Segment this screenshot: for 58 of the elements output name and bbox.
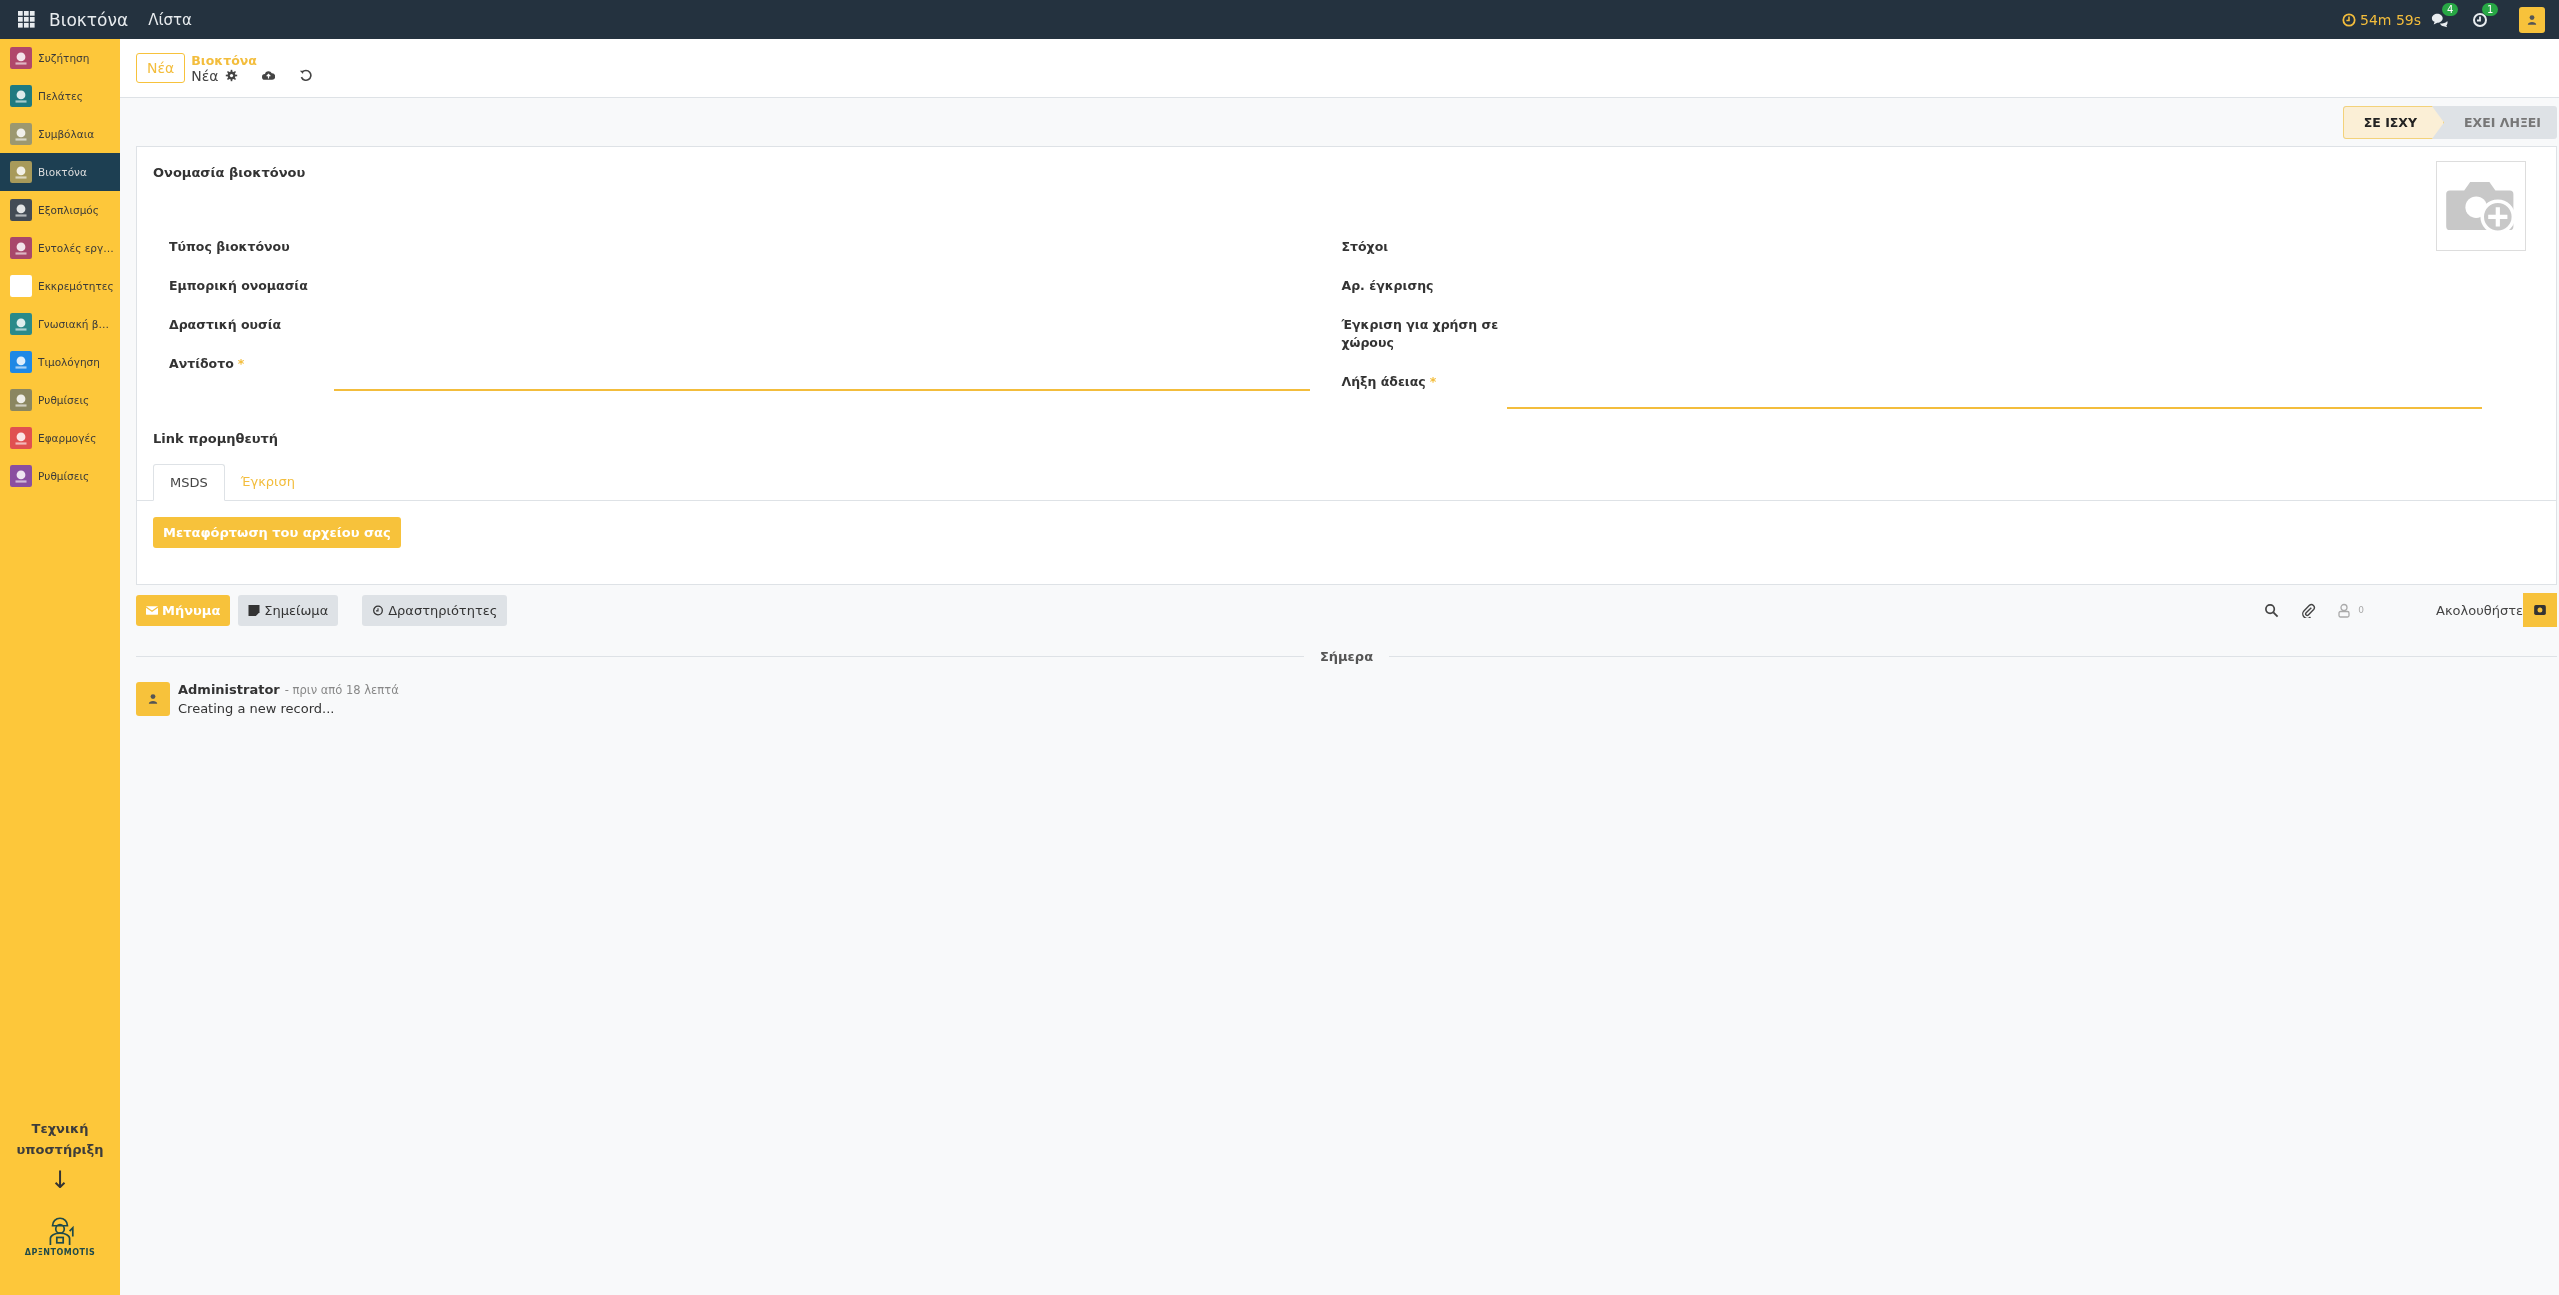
field-label: Έγκριση για χρήση σε χώρους	[1341, 316, 1500, 352]
chat-icon[interactable]	[2431, 11, 2449, 28]
field-label: Εμπορική ονομασία	[169, 277, 309, 295]
field-label: Αντίδοτο *	[169, 355, 246, 373]
follow-link[interactable]: Ακολουθήστε	[2436, 602, 2523, 618]
message-body: Creating a new record...	[178, 701, 336, 716]
field-label: Τύπος βιοκτόνου	[169, 238, 291, 256]
undo-icon[interactable]	[298, 69, 312, 82]
clock-icon	[372, 604, 385, 616]
sidebar-item[interactable]: Πελάτες	[0, 77, 120, 115]
envelope-icon	[146, 604, 158, 616]
record-name: Νέα	[191, 67, 219, 84]
count-badge: 1	[2482, 2, 2499, 16]
menu-item[interactable]: Λίστα	[148, 10, 192, 29]
timer[interactable]: 54m 59s	[2360, 11, 2421, 28]
logo-text: ΔΡΞΝΤΟΜΟTIS	[24, 1248, 96, 1257]
sidebar-item[interactable]: Ρυθμίσεις	[0, 381, 120, 419]
sidebar-item[interactable]: Συζήτηση	[0, 39, 120, 77]
sidebar-item[interactable]: Εξοπλισμός	[0, 191, 120, 229]
paperclip-icon[interactable]	[2301, 602, 2317, 618]
field-label: Λήξη άδειας *	[1341, 373, 1438, 391]
sidebar-item[interactable]: Ρυθμίσεις	[0, 457, 120, 495]
user-avatar[interactable]	[2519, 6, 2545, 33]
field-label: Ονομασία βιοκτόνου	[153, 165, 307, 180]
sidebar-item[interactable]: Βιοκτόνα	[0, 153, 120, 191]
sidebar-item[interactable]: Γνωσιακή β…	[0, 305, 120, 343]
user-icon	[2526, 13, 2538, 26]
clock-icon[interactable]	[2471, 11, 2489, 28]
search-icon[interactable]	[2264, 602, 2280, 618]
camera-icon	[2534, 605, 2546, 615]
sidebar-item[interactable]: Συμβόλαια	[0, 115, 120, 153]
user-icon	[147, 693, 159, 705]
support-text: Τεχνική υποστήριξη	[15, 1120, 105, 1159]
chatter-button[interactable]: Δραστηριότητες	[362, 594, 508, 626]
sidebar-item[interactable]: Τιμολόγηση	[0, 343, 120, 381]
field-label: Link προμηθευτή	[152, 431, 279, 446]
apps-menu-icon[interactable]	[18, 11, 35, 28]
field-label: Αρ. έγκρισης	[1341, 277, 1435, 295]
status-stage[interactable]: ΣΕ ΙΣΧΥ	[2342, 106, 2445, 139]
date-divider: Σήμερα	[1319, 649, 1374, 664]
note-icon	[248, 604, 261, 616]
followers-count: 0	[2358, 605, 2365, 615]
message-time: - πριν από 18 λεπτά	[284, 683, 399, 697]
sidebar-item[interactable]: Εντολές εργ…	[0, 229, 120, 267]
clock-icon	[2342, 12, 2356, 27]
field-label: Δραστική ουσία	[169, 316, 283, 334]
app-title[interactable]: Βιοκτόνα	[49, 9, 129, 30]
arrow-text: ↓	[48, 1166, 72, 1194]
chatter-button[interactable]: Σημείωμα	[238, 594, 339, 626]
count-badge: 4	[2442, 2, 2459, 16]
tab[interactable]: MSDS	[153, 464, 225, 501]
settings-icon[interactable]	[224, 69, 238, 82]
message-author[interactable]: Administrator	[178, 682, 280, 697]
sidebar-item[interactable]: Εφαρμογές	[0, 419, 120, 457]
cloud-upload-icon[interactable]	[261, 69, 275, 82]
sidebar-item[interactable]: Εκκρεμότητες	[0, 267, 120, 305]
field-label: Στόχοι	[1341, 238, 1390, 256]
follow-button[interactable]	[2523, 593, 2557, 627]
